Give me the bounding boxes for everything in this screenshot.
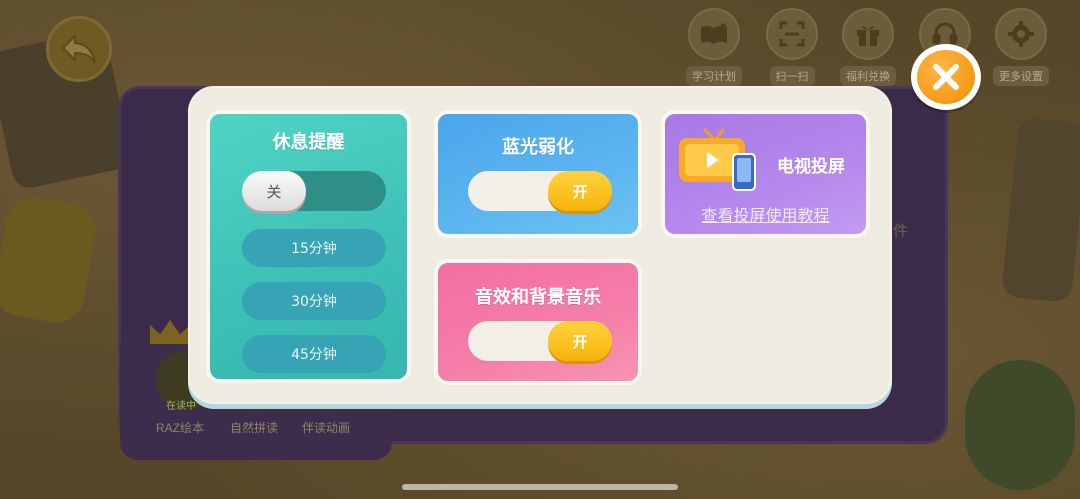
more-settings-label: 更多设置: [993, 66, 1049, 86]
gift-exchange-label: 福利兑换: [840, 66, 896, 86]
close-button[interactable]: [911, 44, 981, 110]
rest-option-label: 45分钟: [291, 347, 337, 363]
sound-music-toggle[interactable]: 开: [468, 321, 612, 361]
tv-cast-title: 电视投屏: [777, 157, 845, 177]
rest-option-15[interactable]: 15分钟: [242, 229, 386, 267]
scan-icon: [766, 8, 818, 60]
background-decoration: [1000, 116, 1080, 304]
rest-reminder-title: 休息提醒: [272, 132, 345, 153]
study-plan-label: 学习计划: [686, 66, 742, 86]
study-plan-button[interactable]: 学习计划: [683, 8, 745, 86]
course-label: 伴读动画: [302, 421, 351, 435]
toggle-label: 开: [572, 332, 588, 351]
toggle-knob: 关: [242, 171, 306, 211]
course-badge: 在读中: [166, 401, 196, 412]
back-arrow-icon: [62, 35, 96, 63]
tv-cast-card[interactable]: 电视投屏 查看投屏使用教程: [661, 110, 870, 238]
rest-reminder-toggle[interactable]: 关: [242, 171, 386, 211]
background-side-text: 件: [893, 222, 909, 240]
blue-light-card: 蓝光弱化 开: [434, 110, 642, 238]
toggle-knob: 开: [548, 321, 612, 361]
rest-reminder-card: 休息提醒 关 15分钟 30分钟 45分钟: [206, 110, 411, 383]
sound-music-title: 音效和背景音乐: [475, 287, 601, 308]
scan-label: 扫一扫: [769, 66, 815, 86]
rest-option-45[interactable]: 45分钟: [242, 335, 386, 373]
book-pen-icon: [688, 8, 740, 60]
rest-option-label: 30分钟: [291, 294, 337, 310]
home-indicator[interactable]: [402, 484, 678, 490]
toggle-label: 关: [266, 182, 282, 201]
gift-icon: [842, 8, 894, 60]
course-label: RAZ绘本: [156, 421, 205, 435]
toggle-label: 开: [572, 182, 588, 201]
sound-music-card: 音效和背景音乐 开: [434, 259, 642, 385]
rest-option-30[interactable]: 30分钟: [242, 282, 386, 320]
tv-cast-tutorial-link[interactable]: 查看投屏使用教程: [665, 202, 866, 226]
gear-icon: [995, 8, 1047, 60]
close-icon: [933, 64, 959, 90]
gift-exchange-button[interactable]: 福利兑换: [837, 8, 899, 86]
background-decoration: [0, 193, 100, 327]
blue-light-title: 蓝光弱化: [502, 137, 574, 158]
course-label: 自然拼读: [230, 421, 279, 435]
background-decoration: [965, 360, 1075, 490]
tv-cast-icon: [679, 128, 756, 191]
back-button[interactable]: [46, 16, 112, 82]
more-settings-button[interactable]: 更多设置: [990, 8, 1052, 86]
scan-button[interactable]: 扫一扫: [761, 8, 823, 86]
toggle-knob: 开: [548, 171, 612, 211]
rest-option-label: 15分钟: [291, 241, 337, 257]
blue-light-toggle[interactable]: 开: [468, 171, 612, 211]
